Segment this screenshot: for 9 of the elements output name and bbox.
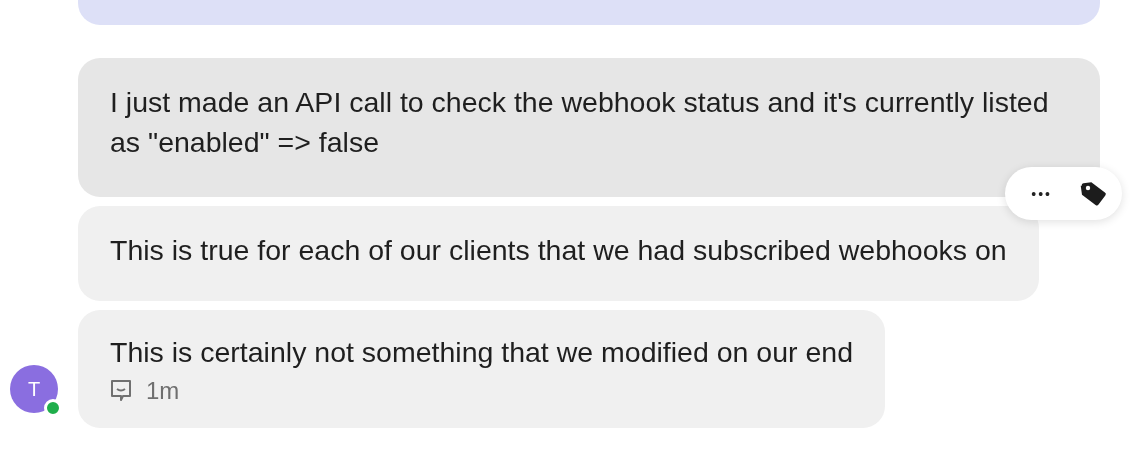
more-button[interactable]: •••	[1031, 186, 1052, 201]
message-text: I just made an API call to check the webhook status and it's currently listed as "enabled" => false	[110, 85, 1050, 160]
reply-icon[interactable]	[110, 379, 132, 403]
user-avatar[interactable]: T	[10, 365, 58, 413]
message-text: This is true for each of our clients that we had subscribed webhooks on	[110, 233, 1007, 268]
message-text: This is certainly not something that we modified on our end	[110, 335, 853, 370]
tag-icon	[1080, 179, 1108, 208]
message-time: 1m	[146, 376, 180, 406]
tag-button[interactable]	[1080, 179, 1108, 208]
